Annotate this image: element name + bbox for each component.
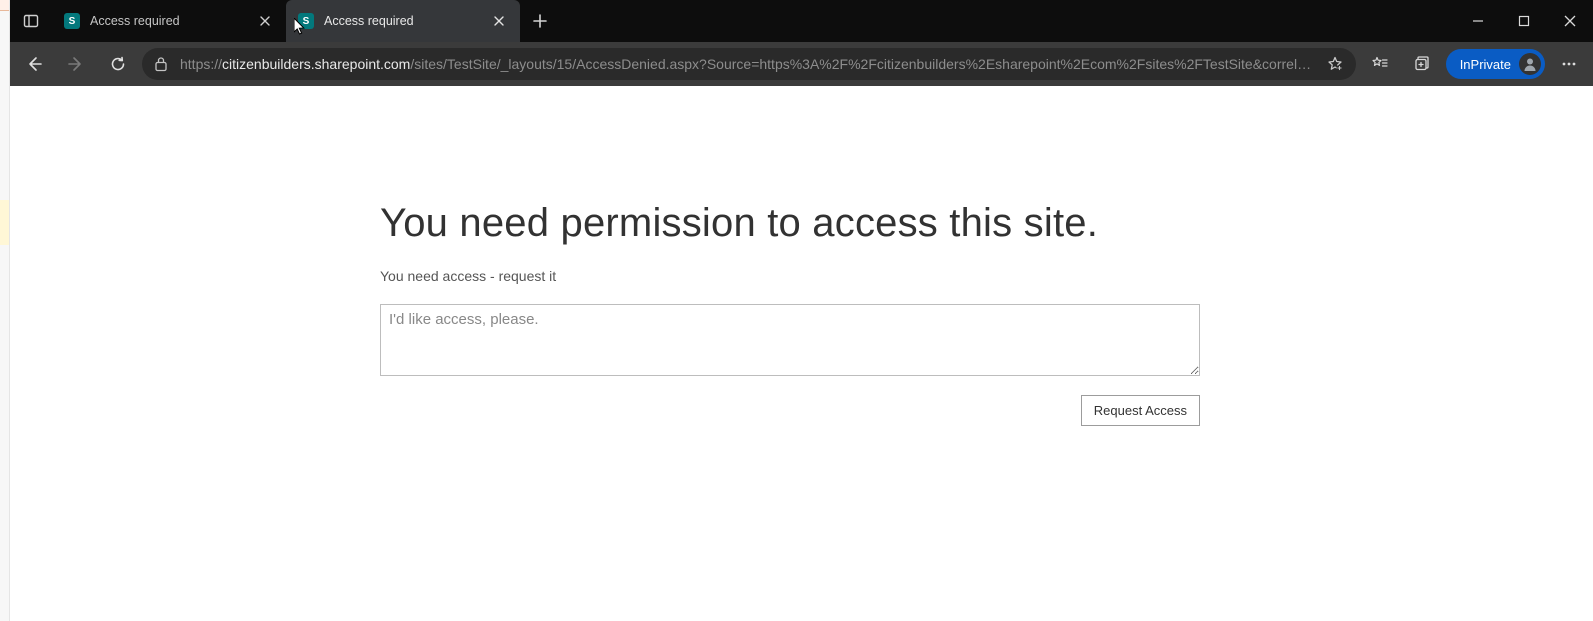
tab-title: Access required <box>90 14 246 28</box>
url-host: citizenbuilders.sharepoint.com <box>222 56 410 72</box>
ellipsis-icon <box>1560 55 1578 73</box>
sharepoint-favicon-icon: S <box>298 13 314 29</box>
address-url: https://citizenbuilders.sharepoint.com/s… <box>180 56 1316 72</box>
refresh-icon <box>109 55 127 73</box>
nav-refresh-button[interactable] <box>100 47 136 81</box>
access-denied-panel: You need permission to access this site.… <box>380 201 1200 426</box>
panel-icon <box>23 13 39 29</box>
nav-back-button[interactable] <box>16 47 52 81</box>
tab-title: Access required <box>324 14 480 28</box>
url-path: /sites/TestSite/_layouts/15/AccessDenied… <box>410 56 1311 72</box>
new-tab-button[interactable] <box>520 0 560 42</box>
favorites-button[interactable] <box>1362 47 1398 81</box>
arrow-right-icon <box>67 55 85 73</box>
tab-close-button[interactable] <box>490 12 508 30</box>
plus-icon <box>533 14 547 28</box>
sharepoint-favicon-icon: S <box>64 13 80 29</box>
browser-toolbar: https://citizenbuilders.sharepoint.com/s… <box>10 42 1593 86</box>
inprivate-label: InPrivate <box>1460 57 1511 72</box>
minimize-icon <box>1472 15 1484 27</box>
page-heading: You need permission to access this site. <box>380 201 1200 246</box>
profile-inprivate-pill[interactable]: InPrivate <box>1446 49 1545 79</box>
star-plus-icon <box>1326 55 1344 73</box>
collections-icon <box>1413 55 1431 73</box>
maximize-icon <box>1518 15 1530 27</box>
tab-strip: S Access required S Access required <box>10 0 1593 42</box>
background-window-sliver <box>0 0 10 621</box>
nav-forward-button[interactable] <box>58 47 94 81</box>
tab-close-button[interactable] <box>256 12 274 30</box>
window-close-button[interactable] <box>1547 0 1593 42</box>
page-subtext: You need access - request it <box>380 268 1200 284</box>
close-icon <box>1564 15 1576 27</box>
url-scheme: https:// <box>180 56 222 72</box>
tabstrip-spacer <box>560 0 1455 42</box>
window-minimize-button[interactable] <box>1455 0 1501 42</box>
request-access-button[interactable]: Request Access <box>1081 395 1200 426</box>
action-row: Request Access <box>380 395 1200 426</box>
tab-2[interactable]: S Access required <box>286 0 520 42</box>
star-lines-icon <box>1371 55 1389 73</box>
window-maximize-button[interactable] <box>1501 0 1547 42</box>
tab-actions-button[interactable] <box>10 0 52 42</box>
tab-1[interactable]: S Access required <box>52 0 286 42</box>
page-viewport: You need permission to access this site.… <box>10 86 1593 621</box>
arrow-left-icon <box>25 55 43 73</box>
browser-window: S Access required S Access required <box>10 0 1593 621</box>
close-icon <box>494 16 504 26</box>
settings-menu-button[interactable] <box>1551 47 1587 81</box>
address-bar[interactable]: https://citizenbuilders.sharepoint.com/s… <box>142 48 1356 80</box>
close-icon <box>260 16 270 26</box>
avatar-icon <box>1519 53 1541 75</box>
collections-button[interactable] <box>1404 47 1440 81</box>
favorite-button[interactable] <box>1326 55 1344 73</box>
lock-icon <box>154 56 170 72</box>
access-reason-textarea[interactable] <box>380 304 1200 376</box>
